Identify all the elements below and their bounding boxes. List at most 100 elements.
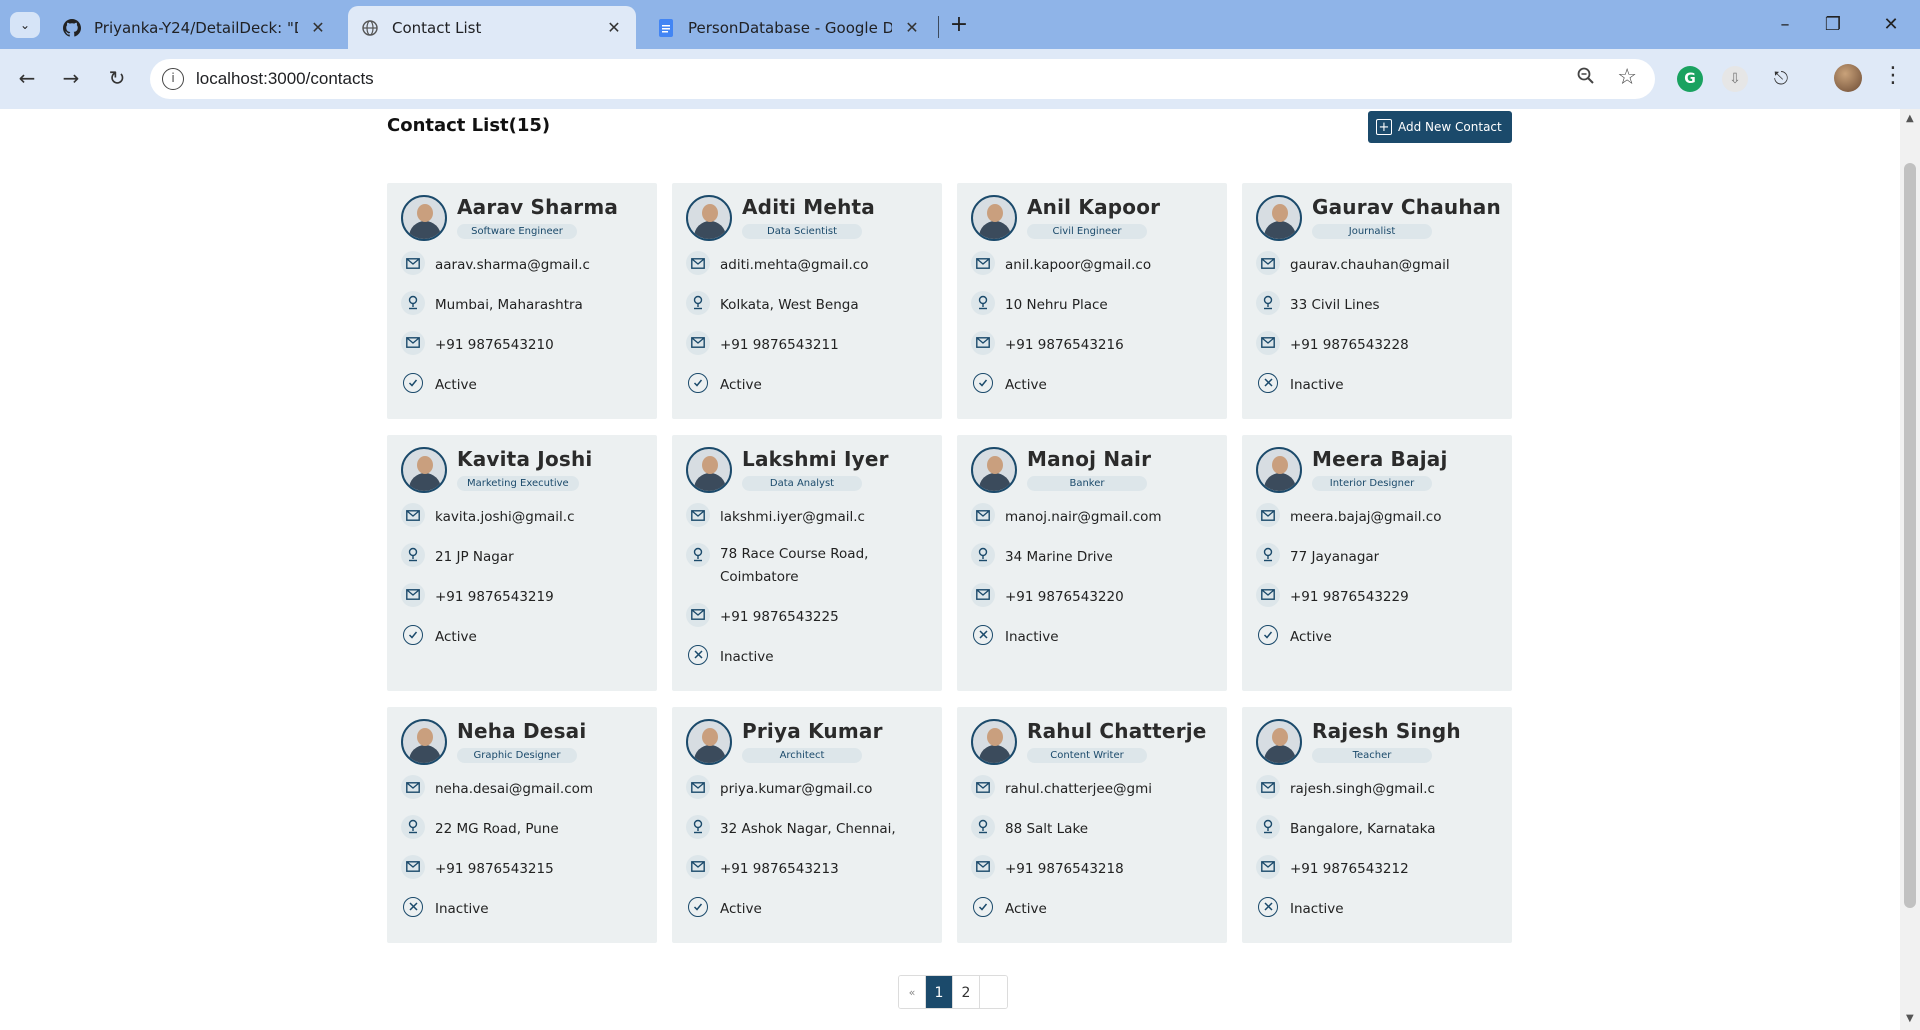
contact-card[interactable]: Rahul Chatterje Content Writer rahul.chatt…	[957, 707, 1227, 943]
mail-icon	[1256, 503, 1280, 527]
contact-email: gaurav.chauhan@gmail	[1290, 257, 1450, 273]
contact-card[interactable]: Kavita Joshi Marketing Executive kavita.jo…	[387, 435, 657, 691]
contact-status: Inactive	[1290, 376, 1344, 393]
browser-tab-strip: ⌄ Priyanka-Y24/DetailDeck: "Deta ✕ Conta…	[0, 0, 1920, 49]
download-extension-icon[interactable]: ⇩	[1722, 66, 1748, 92]
contact-card[interactable]: Rajesh Singh Teacher rajesh.singh@gmail.c B…	[1242, 707, 1512, 943]
location-pin-icon	[401, 814, 425, 839]
mail-icon	[971, 330, 995, 355]
zoom-icon[interactable]	[1577, 67, 1595, 90]
contact-email-row: aditi.mehta@gmail.co	[686, 251, 928, 277]
tab-title: Priyanka-Y24/DetailDeck: "Deta	[94, 18, 298, 37]
contact-avatar	[686, 447, 732, 493]
contact-card[interactable]: Aditi Mehta Data Scientist aditi.mehta@gma…	[672, 183, 942, 419]
location-pin-icon	[686, 290, 710, 315]
tab-separator	[938, 16, 939, 38]
pagination-next[interactable]	[980, 976, 1007, 1008]
contact-status-row: Inactive	[1256, 895, 1498, 921]
mail-icon	[1256, 775, 1280, 799]
close-icon[interactable]: ✕	[308, 18, 328, 37]
contact-email-row: anil.kapoor@gmail.co	[971, 251, 1213, 277]
contact-role-badge: Content Writer	[1027, 748, 1147, 763]
window-close-button[interactable]: ✕	[1868, 10, 1914, 40]
contact-phone-row: +91 9876543225	[686, 602, 928, 629]
contact-card[interactable]: Meera Bajaj Interior Designer meera.bajaj@…	[1242, 435, 1512, 691]
bookmark-star-icon[interactable]: ☆	[1617, 65, 1637, 90]
contact-email-row: priya.kumar@gmail.co	[686, 775, 928, 801]
close-icon[interactable]: ✕	[604, 18, 624, 37]
extensions-puzzle-icon[interactable]: ⎋	[1768, 66, 1794, 92]
site-info-icon[interactable]: i	[162, 68, 184, 90]
url-text[interactable]: localhost:3000/contacts	[196, 69, 374, 89]
contact-phone: +91 9876543228	[1290, 336, 1409, 353]
contact-card[interactable]: Lakshmi Iyer Data Analyst lakshmi.iyer@gma…	[672, 435, 942, 691]
contact-card[interactable]: Priya Kumar Architect priya.kumar@gmail.co…	[672, 707, 942, 943]
contact-address: 34 Marine Drive	[1005, 548, 1113, 565]
mail-icon	[971, 251, 995, 275]
contact-address: 22 MG Road, Pune	[435, 820, 559, 837]
contact-status: Active	[720, 900, 762, 917]
mail-icon	[401, 503, 425, 527]
contact-card[interactable]: Neha Desai Graphic Designer neha.desai@gma…	[387, 707, 657, 943]
back-button[interactable]: ←	[12, 63, 42, 93]
contact-name: Rajesh Singh	[1312, 719, 1461, 743]
contact-avatar	[971, 447, 1017, 493]
contact-name: Aditi Mehta	[742, 195, 875, 219]
mail-icon	[686, 854, 710, 879]
contact-phone: +91 9876543212	[1290, 860, 1409, 877]
contact-card[interactable]: Manoj Nair Banker manoj.nair@gmail.com 34 M…	[957, 435, 1227, 691]
scrollbar-thumb[interactable]	[1904, 163, 1916, 908]
tab-search-button[interactable]: ⌄	[10, 12, 40, 38]
contact-address-row: 77 Jayanagar	[1256, 542, 1498, 569]
contact-name: Manoj Nair	[1027, 447, 1152, 471]
tab-github[interactable]: Priyanka-Y24/DetailDeck: "Deta ✕	[50, 6, 340, 49]
mail-icon	[686, 330, 710, 355]
add-new-contact-button[interactable]: + Add New Contact	[1368, 111, 1512, 143]
contact-email: kavita.joshi@gmail.c	[435, 509, 575, 525]
contact-phone-row: +91 9876543229	[1256, 582, 1498, 609]
contact-status-row: Active	[971, 371, 1213, 397]
contact-phone: +91 9876543225	[720, 608, 839, 625]
scroll-up-icon[interactable]: ▲	[1906, 113, 1914, 124]
contact-name: Priya Kumar	[742, 719, 883, 743]
reload-button[interactable]: ↻	[102, 63, 132, 93]
contact-email-row: meera.bajaj@gmail.co	[1256, 503, 1498, 529]
restore-button[interactable]: ❐	[1810, 10, 1856, 40]
pagination-page-1[interactable]: 1	[926, 976, 953, 1008]
tab-contact-list[interactable]: Contact List ✕	[348, 6, 636, 49]
contact-email: rajesh.singh@gmail.c	[1290, 781, 1435, 797]
new-tab-button[interactable]: +	[946, 12, 972, 38]
contact-status-row: Active	[401, 371, 643, 397]
contact-address: 88 Salt Lake	[1005, 820, 1089, 837]
pagination-page-2[interactable]: 2	[953, 976, 980, 1008]
contact-email: aditi.mehta@gmail.co	[720, 257, 869, 273]
x-circle-icon	[973, 624, 993, 645]
contact-phone-row: +91 9876543218	[971, 854, 1213, 881]
contact-role-badge: Banker	[1027, 476, 1147, 491]
page-scrollbar[interactable]: ▲ ▼	[1900, 109, 1920, 1030]
contact-card[interactable]: Aarav Sharma Software Engineer aarav.sharm…	[387, 183, 657, 419]
menu-kebab-icon[interactable]: ⋮	[1882, 63, 1904, 88]
contact-email: manoj.nair@gmail.com	[1005, 509, 1162, 525]
grammarly-extension-icon[interactable]: G	[1677, 66, 1703, 92]
scroll-down-icon[interactable]: ▼	[1906, 1013, 1914, 1024]
contact-card[interactable]: Gaurav Chauhan Journalist gaurav.chauhan@g…	[1242, 183, 1512, 419]
contact-card[interactable]: Anil Kapoor Civil Engineer anil.kapoor@gma…	[957, 183, 1227, 419]
contact-status-row: Inactive	[971, 623, 1213, 649]
forward-button[interactable]: →	[56, 63, 86, 93]
profile-avatar[interactable]	[1834, 64, 1862, 92]
contact-email: lakshmi.iyer@gmail.c	[720, 509, 865, 525]
contact-status: Active	[1290, 628, 1332, 645]
check-circle-icon	[973, 372, 993, 393]
address-bar[interactable]: i localhost:3000/contacts ☆	[150, 59, 1655, 99]
contact-email: rahul.chatterjee@gmi	[1005, 781, 1153, 797]
contact-status: Inactive	[1290, 900, 1344, 917]
minimize-button[interactable]: –	[1762, 10, 1808, 40]
plus-square-icon: +	[1376, 119, 1392, 135]
pagination-prev[interactable]: «	[899, 976, 926, 1008]
close-icon[interactable]: ✕	[902, 18, 922, 37]
contact-phone: +91 9876543215	[435, 860, 554, 877]
contact-phone: +91 9876543219	[435, 588, 554, 605]
tab-google-docs[interactable]: PersonDatabase - Google Docs ✕	[644, 6, 934, 49]
contact-avatar	[1256, 719, 1302, 765]
